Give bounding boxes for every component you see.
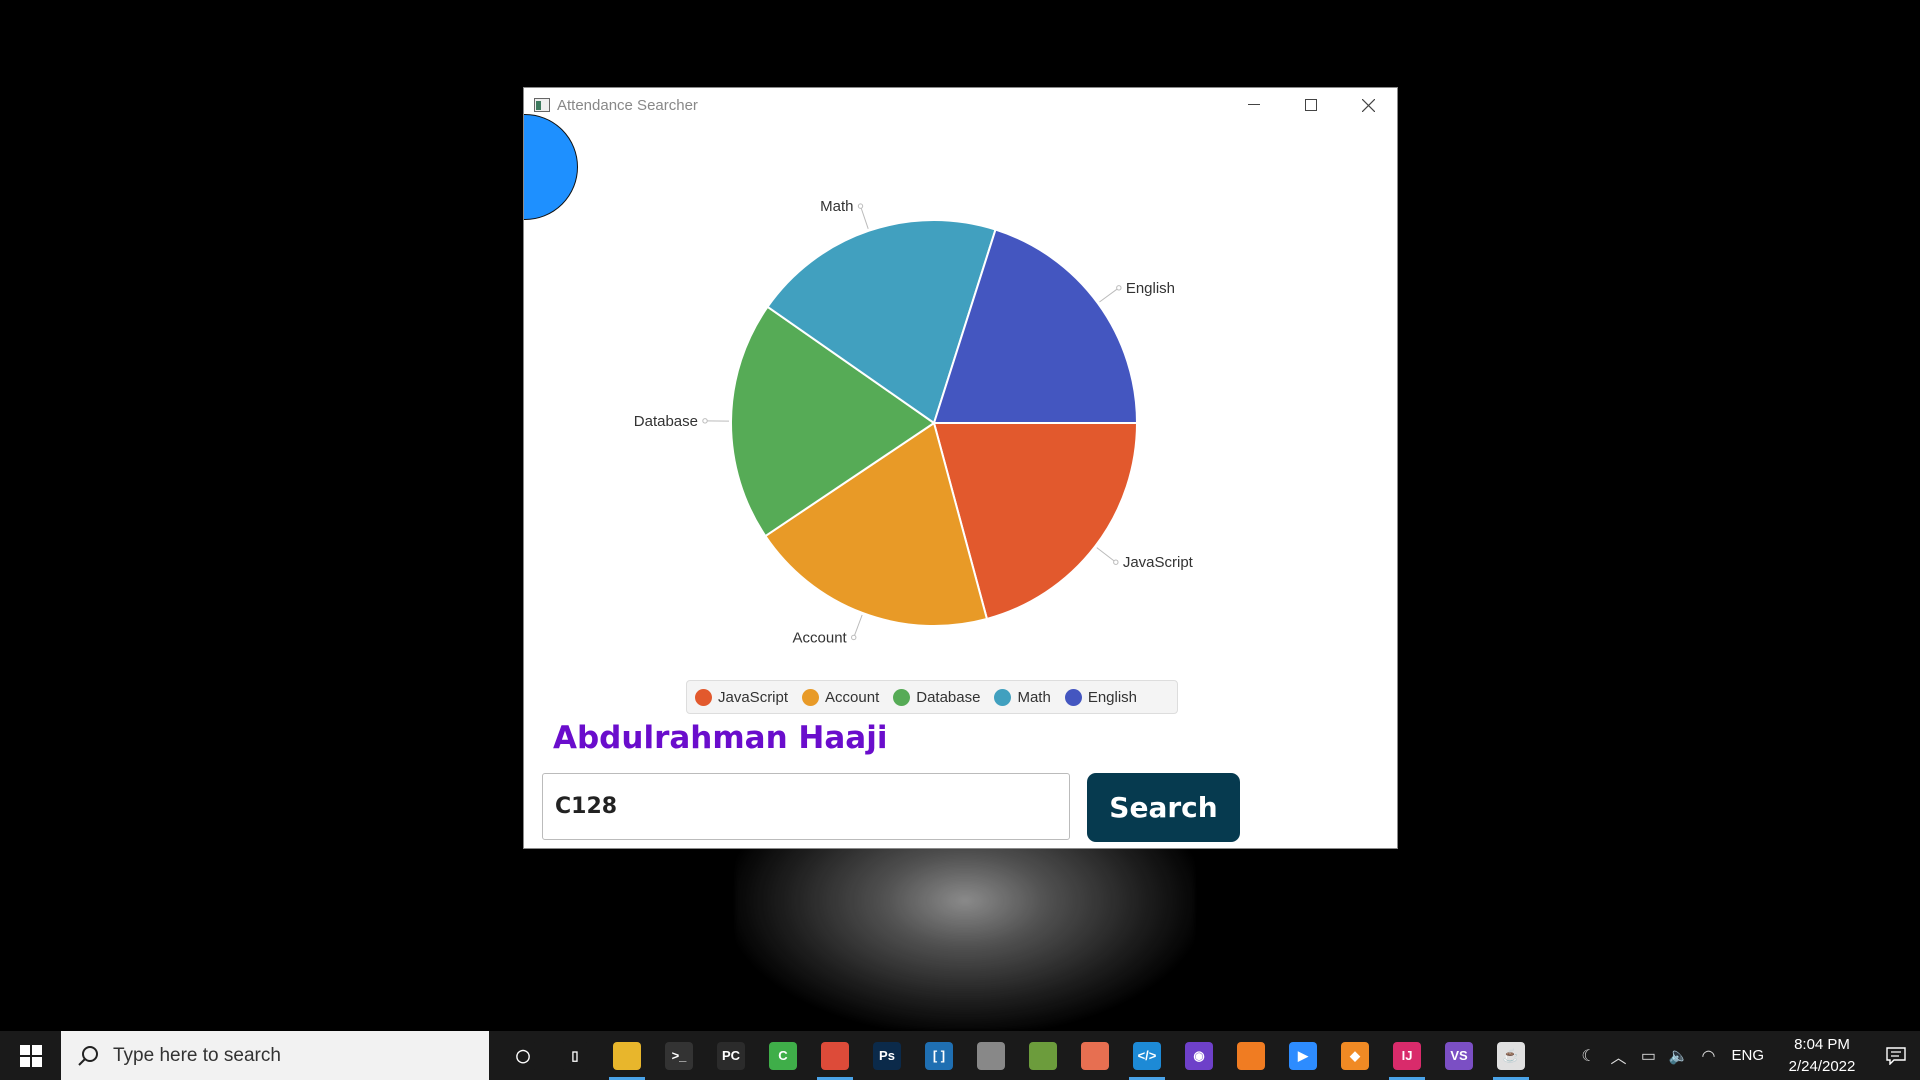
legend-item-javascript: JavaScript (695, 688, 789, 706)
legend-swatch (994, 688, 1012, 706)
label-dot-database (702, 418, 708, 424)
intellij-icon: IJ (1393, 1041, 1421, 1070)
dev-tool-icon (1029, 1041, 1057, 1070)
legend-label: Math (1017, 688, 1051, 706)
chrome-taskbar-button[interactable] (809, 1031, 861, 1080)
language-indicator[interactable]: ENG (1731, 1047, 1764, 1064)
firefox-icon (1237, 1041, 1265, 1070)
clock[interactable]: 8:04 PM 2/24/2022 (1772, 1034, 1872, 1078)
weather-icon[interactable]: ☾ (1573, 1046, 1603, 1066)
course-search-input[interactable] (542, 773, 1070, 840)
vscode-icon: </> (1133, 1041, 1161, 1070)
legend-label: Database (916, 688, 981, 706)
pycharm-icon: PC (717, 1041, 745, 1070)
label-line-math (860, 205, 869, 230)
legend-label: Account (825, 688, 880, 706)
label-line-account (853, 614, 863, 638)
java-taskbar-button[interactable]: ☕ (1485, 1031, 1537, 1080)
database-taskbar-button[interactable] (965, 1031, 1017, 1080)
taskbar-search-placeholder: Type here to search (113, 1044, 281, 1066)
clock-time: 8:04 PM (1794, 1035, 1850, 1053)
brackets-icon: [ ] (925, 1041, 953, 1070)
label-dot-account (851, 634, 857, 641)
attendance-window: Attendance Searcher JavaScript Account Dat… (523, 87, 1398, 849)
github-icon: ◉ (1185, 1041, 1213, 1070)
file-explorer-taskbar-button[interactable] (601, 1031, 653, 1080)
file-explorer-icon (613, 1041, 641, 1070)
student-name: Abdulrahman Haaji (553, 720, 888, 756)
volume-icon[interactable]: 🔈 (1663, 1046, 1693, 1066)
search-icon (78, 1045, 98, 1066)
notification-button[interactable] (1872, 1046, 1920, 1065)
firefox-taskbar-button[interactable] (1225, 1031, 1277, 1080)
app-orange-taskbar-button[interactable]: ◆ (1329, 1031, 1381, 1080)
attendance-pie-chart: JavaScript Account Database Math English (634, 198, 1194, 646)
vscode-taskbar-button[interactable]: </> (1121, 1031, 1173, 1080)
chrome-icon (821, 1041, 849, 1070)
zoom-icon: ▶ (1289, 1041, 1317, 1070)
terminal-icon: >_ (665, 1041, 693, 1070)
legend-item-math: Math (994, 688, 1051, 706)
system-tray: ☾ ︿ ▭ 🔈 ◠ ENG 8:04 PM 2/24/2022 (1573, 1031, 1920, 1080)
visual-studio-icon: VS (1445, 1041, 1473, 1070)
task-view-icon: ▯ (561, 1041, 589, 1070)
github-taskbar-button[interactable]: ◉ (1173, 1031, 1225, 1080)
slice-label-database: Database (634, 413, 698, 430)
git-taskbar-button[interactable] (1069, 1031, 1121, 1080)
slice-label-javascript: JavaScript (1123, 554, 1194, 571)
photoshop-taskbar-button[interactable]: Ps (861, 1031, 913, 1080)
taskbar: Type here to search ◯ ▯ >_ PC C Ps [ ] </> ◉ ▶ ◆ IJ… (0, 1031, 1920, 1080)
legend-swatch (695, 688, 712, 706)
search-button[interactable]: Search (1087, 773, 1240, 842)
notification-icon (1886, 1046, 1906, 1065)
cortana-taskbar-button[interactable]: ◯ (497, 1031, 549, 1080)
visual-studio-taskbar-button[interactable]: VS (1433, 1031, 1485, 1080)
chart-legend: JavaScript Account Database Math English (686, 680, 1178, 714)
brackets-taskbar-button[interactable]: [ ] (913, 1031, 965, 1080)
label-dot-english (1116, 285, 1122, 291)
power-icon[interactable]: ▭ (1633, 1046, 1663, 1066)
wifi-icon[interactable]: ◠ (1693, 1046, 1723, 1066)
label-line-javascript (1096, 547, 1117, 563)
slice-label-math: Math (820, 198, 853, 215)
legend-label: JavaScript (718, 688, 789, 706)
legend-item-database: Database (893, 688, 981, 706)
slice-label-english: English (1126, 280, 1175, 297)
slice-label-account: Account (793, 629, 848, 646)
intellij-taskbar-button[interactable]: IJ (1381, 1031, 1433, 1080)
database-icon (977, 1041, 1005, 1070)
windows-logo-icon (19, 1044, 42, 1067)
legend-swatch (802, 688, 820, 706)
camtasia-icon: C (769, 1041, 797, 1070)
start-button[interactable] (0, 1031, 61, 1080)
app-icon-orange: ◆ (1341, 1041, 1369, 1070)
cortana-icon: ◯ (509, 1041, 537, 1070)
terminal-taskbar-button[interactable]: >_ (653, 1031, 705, 1080)
taskbar-app-icons: ◯ ▯ >_ PC C Ps [ ] </> ◉ ▶ ◆ IJ VS ☕ (497, 1031, 1537, 1080)
photoshop-icon: Ps (873, 1041, 901, 1070)
chevron-up-icon[interactable]: ︿ (1603, 1044, 1633, 1068)
legend-swatch (893, 688, 911, 706)
legend-item-account: Account (802, 688, 880, 706)
dev-tool-taskbar-button[interactable] (1017, 1031, 1069, 1080)
clock-date: 2/24/2022 (1788, 1057, 1856, 1075)
label-line-english (1099, 287, 1120, 303)
legend-item-english: English (1064, 688, 1138, 706)
label-dot-math (857, 203, 864, 209)
legend-swatch (1064, 688, 1082, 706)
label-dot-javascript (1113, 559, 1119, 565)
taskbar-search-box[interactable]: Type here to search (61, 1031, 489, 1080)
pycharm-taskbar-button[interactable]: PC (705, 1031, 757, 1080)
desktop-wallpaper (735, 845, 1195, 1030)
zoom-taskbar-button[interactable]: ▶ (1277, 1031, 1329, 1080)
camtasia-taskbar-button[interactable]: C (757, 1031, 809, 1080)
java-icon: ☕ (1497, 1041, 1525, 1070)
git-icon (1081, 1041, 1109, 1070)
task-view-taskbar-button[interactable]: ▯ (549, 1031, 601, 1080)
legend-label: English (1087, 688, 1138, 706)
